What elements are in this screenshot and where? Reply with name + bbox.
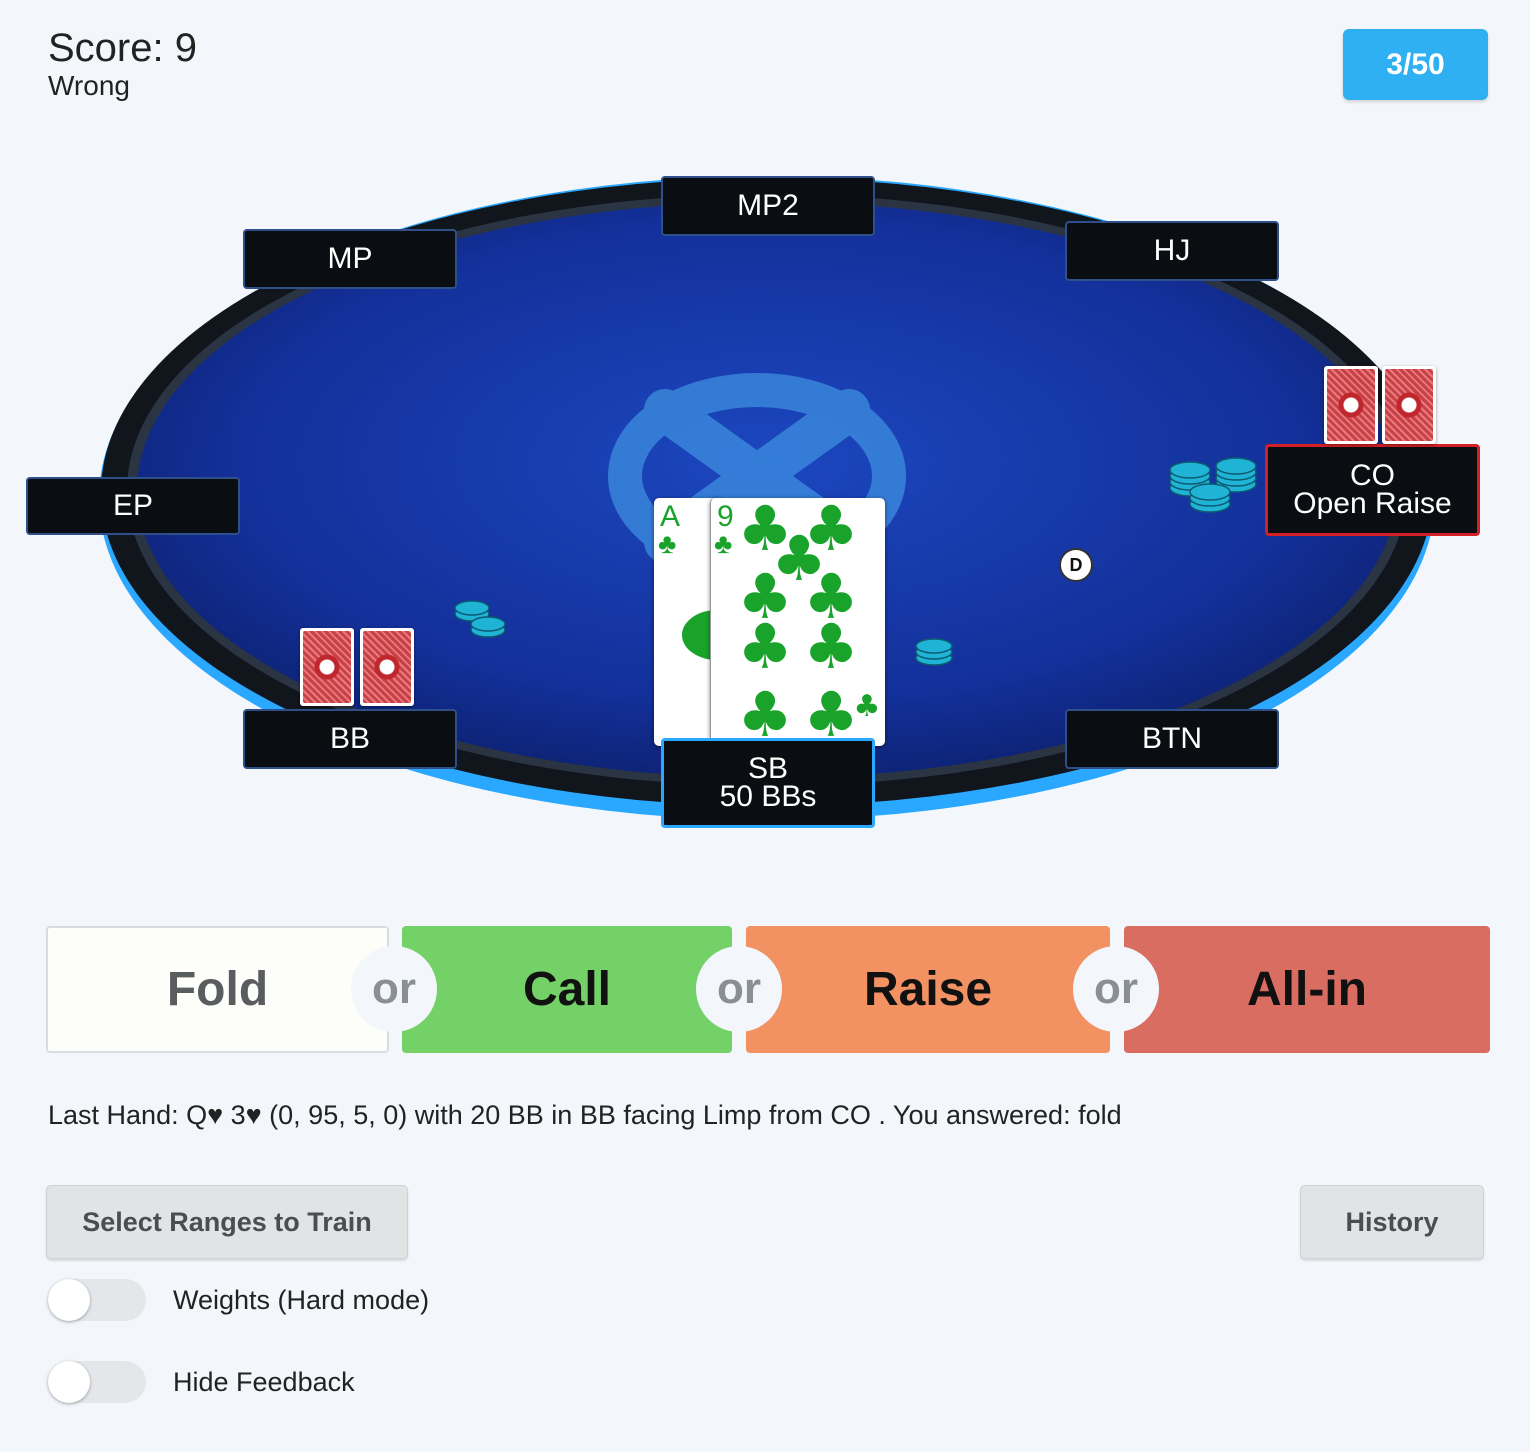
fold-button[interactable]: Fold <box>46 926 389 1053</box>
action-bar: Fold or Call or Raise or All-in <box>46 926 1490 1053</box>
hide-feedback-toggle-label: Hide Feedback <box>173 1366 355 1397</box>
card-back-icon <box>300 628 354 706</box>
hide-feedback-toggle[interactable] <box>48 1361 146 1403</box>
weights-toggle-label: Weights (Hard mode) <box>173 1284 430 1315</box>
weights-toggle[interactable] <box>48 1279 146 1321</box>
seat-sb-hero: SB 50 BBs <box>661 738 875 828</box>
poker-table-area: MP2 MP HJ EP CO Open Raise BB BTN D A ♣ <box>0 0 1530 880</box>
dealer-button: D <box>1059 548 1093 582</box>
or-separator: or <box>696 946 782 1032</box>
call-button[interactable]: Call <box>402 926 732 1053</box>
or-separator: or <box>351 946 437 1032</box>
history-button[interactable]: History <box>1300 1185 1484 1259</box>
weights-toggle-row: Weights (Hard mode) <box>48 1278 429 1322</box>
select-ranges-button[interactable]: Select Ranges to Train <box>46 1185 408 1259</box>
seat-hj: HJ <box>1065 221 1279 281</box>
or-separator: or <box>1073 946 1159 1032</box>
chip-stack-sb-icon <box>915 638 953 666</box>
seat-mp2: MP2 <box>661 176 875 236</box>
last-hand-summary: Last Hand: Q♥ 3♥ (0, 95, 5, 0) with 20 B… <box>48 1100 1122 1130</box>
hero-card-nine-clubs: 9 ♣ ♣ ♣ ♣ ♣ ♣ ♣ ♣ ♣ ♣ ♣ <box>710 498 885 746</box>
card-back-icon <box>1324 366 1378 444</box>
toggle-knob <box>48 1361 90 1403</box>
seat-mp: MP <box>243 229 457 289</box>
chip-stack-bb-icon <box>454 600 506 638</box>
seat-co-action: Open Raise <box>1293 487 1452 520</box>
card-back-icon <box>360 628 414 706</box>
toggle-knob <box>48 1279 90 1321</box>
svg-text:♣: ♣ <box>803 678 859 746</box>
all-in-button[interactable]: All-in <box>1124 926 1490 1053</box>
seat-co-label: CO <box>1350 459 1395 492</box>
svg-text:♣: ♣ <box>803 610 859 683</box>
seat-btn: BTN <box>1065 709 1279 769</box>
seat-sb-label: SB <box>747 752 789 785</box>
seat-sb-stack: 50 BBs <box>719 780 817 813</box>
raise-button[interactable]: Raise <box>746 926 1110 1053</box>
svg-text:♣: ♣ <box>737 678 793 746</box>
seat-ep: EP <box>26 477 240 535</box>
chip-stack-co-icon <box>1169 457 1257 513</box>
card-back-icon <box>1382 366 1436 444</box>
nine-of-clubs-pips-icon: ♣ ♣ ♣ ♣ ♣ ♣ ♣ ♣ ♣ ♣ <box>737 498 881 746</box>
club-icon: ♣ <box>658 528 677 559</box>
hide-feedback-toggle-row: Hide Feedback <box>48 1360 355 1404</box>
seat-bb: BB <box>243 709 457 769</box>
svg-text:♣: ♣ <box>854 689 881 724</box>
seat-co: CO Open Raise <box>1265 444 1480 536</box>
svg-text:♣: ♣ <box>737 610 793 683</box>
